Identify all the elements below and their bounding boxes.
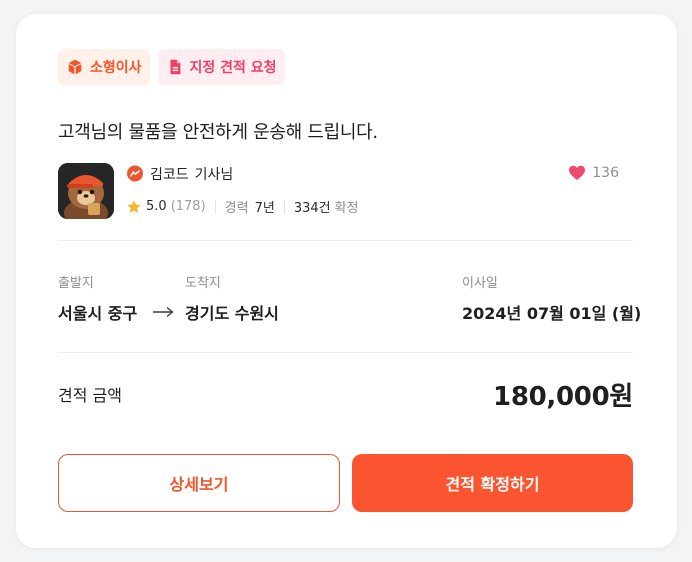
- section-divider: [58, 240, 633, 241]
- driver-rating: 5.0: [146, 199, 167, 214]
- driver-name-row: 김코드 기사님: [126, 164, 233, 184]
- price-value: 180,000원: [493, 382, 633, 412]
- confirm-quote-button[interactable]: 견적 확정하기: [352, 454, 633, 512]
- career-value: 7년: [254, 201, 275, 216]
- departure-label: 출발지: [58, 276, 94, 291]
- confirm-quote-label: 견적 확정하기: [445, 475, 540, 494]
- view-details-button[interactable]: 상세보기: [58, 454, 340, 512]
- driver-rating-count: (178): [170, 199, 206, 214]
- arrival-value: 경기도 수원시: [185, 304, 279, 323]
- quote-headline: 고객님의 물품을 안전하게 운송해 드립니다.: [58, 122, 378, 143]
- driver-stats: 5.0 (178) 경력 7년 334건 확정: [126, 197, 359, 216]
- request-type-label: 지정 견적 요청: [189, 60, 277, 76]
- move-date-label: 이사일: [462, 276, 498, 291]
- arrow-right-icon: [153, 306, 174, 318]
- box-icon: [68, 59, 82, 75]
- price-label: 견적 금액: [58, 386, 122, 405]
- stat-separator: [214, 199, 216, 214]
- driver-name: 김코드: [150, 167, 189, 183]
- arrival-label: 도착지: [185, 276, 221, 291]
- document-icon: [170, 59, 180, 75]
- stat-separator: [283, 199, 285, 214]
- chat-badge-icon: [127, 165, 143, 182]
- like-button[interactable]: 136: [568, 164, 619, 182]
- view-details-label: 상세보기: [169, 475, 229, 494]
- move-type-tag: 소형이사: [58, 49, 150, 85]
- star-icon: [127, 199, 141, 213]
- move-type-label: 소형이사: [90, 60, 142, 76]
- section-divider: [58, 352, 633, 353]
- confirmed-label: 확정: [334, 201, 359, 216]
- departure-value: 서울시 중구: [58, 304, 138, 323]
- driver-title: 기사님: [194, 167, 234, 183]
- request-type-tag: 지정 견적 요청: [157, 49, 285, 85]
- move-date-value: 2024년 07월 01일 (월): [462, 304, 642, 323]
- heart-icon: [569, 165, 586, 180]
- quote-card: 소형이사 지정 견적 요청 고객님의 물품을 안전하게 운송해 드립니다. 김코…: [16, 14, 677, 548]
- tag-list: 소형이사 지정 견적 요청: [58, 49, 285, 85]
- confirmed-count: 334건: [293, 201, 331, 216]
- driver-avatar: [58, 163, 114, 219]
- bear-character-image: [58, 163, 114, 219]
- career-label: 경력: [224, 201, 249, 216]
- like-count: 136: [592, 165, 619, 181]
